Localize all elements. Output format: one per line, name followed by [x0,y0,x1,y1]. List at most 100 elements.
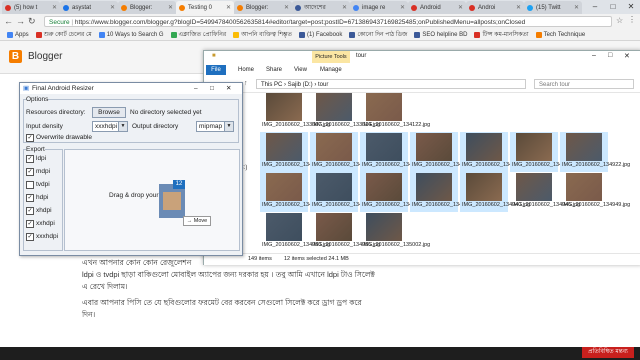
export-label-item: tvdpi [36,181,50,188]
file-thumbnail[interactable] [416,173,452,201]
browse-button[interactable]: Browse [92,107,126,118]
bookmark-label: Tech Technique [543,31,586,38]
file-thumbnail[interactable] [316,173,352,201]
move-label: Move [193,218,208,224]
bookmark-icon [298,31,305,38]
file-name: IMG_20160602_134813.jpg [312,162,381,168]
minimize-icon[interactable]: – [586,0,604,14]
back-icon[interactable]: ← [4,16,13,26]
close-icon[interactable]: ✕ [622,0,640,14]
bookmark-item[interactable]: Tech Technique [535,31,586,38]
export-checkbox[interactable]: ✓ [26,233,34,241]
browser-tab[interactable]: Testing 0 ✕ [176,1,234,14]
tab-label: Blogger: [130,4,153,11]
file-thumbnail[interactable] [566,173,602,201]
bookmark-item[interactable]: এক্লাজিত প্রোফিনির [170,29,226,40]
file-thumbnail[interactable] [466,133,502,161]
bookmark-item[interactable]: আপনি ব্যক্তিত্ব শিশ্তৃত [233,29,292,40]
close-tab-icon[interactable]: ✕ [52,4,57,11]
file-thumbnail[interactable] [316,93,352,121]
file-thumbnail[interactable] [366,93,402,121]
file-thumbnail[interactable] [366,133,402,161]
export-checkbox[interactable] [26,181,34,189]
menu-icon[interactable]: ⋮ [628,15,636,24]
drop-zone[interactable]: Drag & drop your 12 → Move [64,149,240,251]
file-thumbnail[interactable] [316,213,352,241]
close-tab-icon[interactable]: ✕ [342,4,347,11]
input-density-select[interactable]: xxxhdpi ▼ [92,121,128,132]
file-thumbnail[interactable] [416,133,452,161]
file-name: IMG_20160602_134940.jpg [462,202,531,208]
bookmark-label: টিপ্স কম-মানসিকতা [482,32,529,38]
file-thumbnail[interactable] [466,173,502,201]
star-icon[interactable]: ☆ [616,16,623,25]
close-tab-icon[interactable]: ✕ [110,4,115,11]
explorer-breadcrumb[interactable]: This PC › Sajib (D:) › tour [256,79,526,89]
browser-tab[interactable]: asystat ✕ [60,1,118,14]
maximize-icon[interactable]: □ [210,83,214,94]
close-tab-icon[interactable]: ✕ [400,4,405,11]
export-checkbox[interactable]: ✓ [26,220,34,228]
bookmark-item[interactable]: Apps [7,31,29,38]
file-thumbnail[interactable] [566,133,602,161]
bookmark-icon [414,31,421,38]
close-icon[interactable]: ✕ [226,83,231,94]
export-checkbox[interactable]: ✓ [26,155,34,163]
search-input[interactable]: Search tour [534,79,634,89]
file-thumbnail[interactable] [366,213,402,241]
bookmark-item[interactable]: (1) Facebook [298,31,342,38]
ribbon-tab-view[interactable]: View [294,67,307,73]
output-directory-select[interactable]: mipmap ▼ [196,121,234,132]
maximize-icon[interactable]: □ [608,52,612,59]
browser-tab[interactable]: Blogger: ✕ [234,1,292,14]
close-tab-icon[interactable]: ✕ [516,4,521,11]
close-tab-icon[interactable]: ✕ [574,4,579,11]
export-checkbox[interactable]: ✓ [26,207,34,215]
close-icon[interactable]: ✕ [624,52,630,60]
close-tab-icon[interactable]: ✕ [284,4,289,11]
file-thumbnail[interactable] [266,133,302,161]
file-thumbnail[interactable] [516,133,552,161]
file-thumbnail[interactable] [316,133,352,161]
close-tab-icon[interactable]: ✕ [226,4,231,11]
file-thumbnail[interactable] [266,93,302,121]
address-bar[interactable]: Secure | https://www.blogger.com/blogger… [44,16,612,27]
file-thumbnail[interactable] [516,173,552,201]
file-thumbnail[interactable] [266,173,302,201]
ribbon-tab-share[interactable]: Share [266,67,282,73]
file-thumbnail[interactable] [266,213,302,241]
browser-tab[interactable]: (5) how t ✕ [2,1,60,14]
browser-tab[interactable]: (15) Twitt ✕ [524,1,582,14]
browser-tab[interactable]: image re ✕ [350,1,408,14]
export-checkbox[interactable]: ✓ [26,168,34,176]
bookmark-item[interactable]: টিপ্স কম-মানসিকতা [474,29,529,40]
ribbon-tab-file[interactable]: File [206,65,226,75]
browser-tab[interactable]: Androi ✕ [466,1,524,14]
reload-icon[interactable]: ↻ [28,16,36,27]
close-tab-icon[interactable]: ✕ [168,4,173,11]
file-name: IMG_20160602_134945.jpg [512,202,581,208]
publish-button[interactable]: প্রতিবিম্বিত মন্তব্য [582,347,634,358]
browser-tab[interactable]: Blogger: ✕ [118,1,176,14]
ribbon-tab-manage[interactable]: Manage [320,67,342,73]
overwrite-checkbox[interactable]: ✓ [26,134,34,142]
minimize-icon[interactable]: – [592,52,596,59]
ribbon-tab-home[interactable]: Home [238,67,254,73]
maximize-icon[interactable]: □ [604,0,622,14]
up-icon[interactable]: ↑ [244,80,248,87]
bookmark-item[interactable]: 10 Ways to Search G [98,31,164,38]
bookmark-item[interactable]: কোনো দিন পাঠ ডিজ [349,29,407,40]
minimize-icon[interactable]: – [194,83,198,94]
bookmark-item[interactable]: শুরু কোর্ট চেলের মে [35,29,92,40]
bookmark-item[interactable]: SEO helpline BD [414,31,467,38]
export-checkbox[interactable]: ✓ [26,194,34,202]
export-label-item: xhdpi [36,207,52,214]
taskbar [0,347,640,360]
file-thumbnail[interactable] [366,173,402,201]
bookmark-icon [474,31,481,38]
browser-tab[interactable]: Android ✕ [408,1,466,14]
browser-tab[interactable]: আদেশের ✕ [292,1,350,14]
output-directory-label: Output directory [132,123,179,130]
close-tab-icon[interactable]: ✕ [458,4,463,11]
forward-icon[interactable]: → [16,16,25,26]
